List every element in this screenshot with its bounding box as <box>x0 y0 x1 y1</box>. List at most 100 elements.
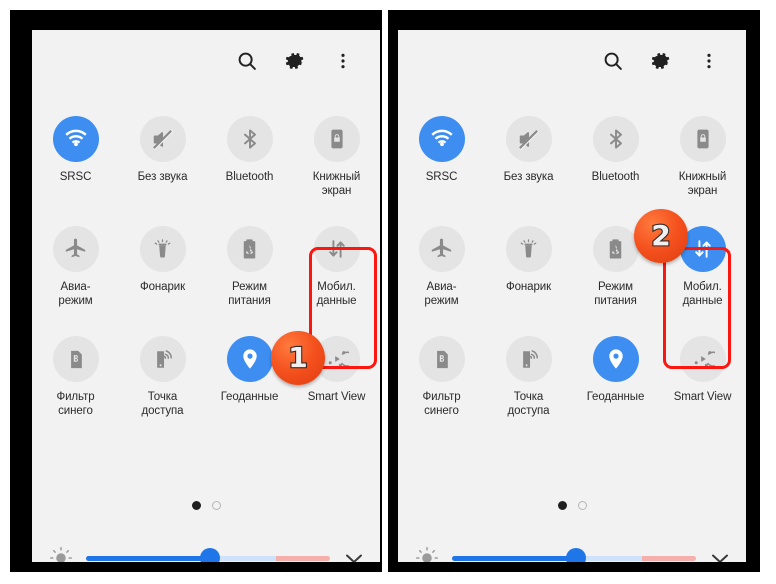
mobile-data-icon <box>313 226 360 272</box>
tile-label: Мобил. данные <box>682 281 723 307</box>
tile-label: Авиа- режим <box>424 281 459 307</box>
step-badge-1-number: 1 <box>287 341 309 374</box>
tile-power-saving[interactable]: Режим питания <box>206 218 293 310</box>
location-icon <box>592 336 639 382</box>
tile-label: Bluetooth <box>225 171 274 183</box>
tile-mobile-data[interactable]: Мобил. данные <box>293 218 380 310</box>
tile-bluetooth[interactable]: Bluetooth <box>572 108 659 200</box>
phone-frame-after: SRSC Без звука Bluetooth Книжный экран Авиа-… <box>388 10 760 572</box>
mute-icon <box>139 116 186 162</box>
tile-label: Фонарик <box>505 281 552 293</box>
tile-label: Без звука <box>503 171 554 183</box>
tile-grid-before: SRSC Без звука Bluetooth Книжный экран Авиа-… <box>32 108 380 420</box>
bluetooth-icon <box>226 116 273 162</box>
smart-view-icon <box>679 336 726 382</box>
rotation-lock-icon <box>679 116 726 162</box>
page-dot-1[interactable] <box>191 501 201 510</box>
tile-airplane[interactable]: Авиа- режим <box>398 218 485 310</box>
overflow-menu-icon[interactable] <box>696 48 722 74</box>
page-dot-2[interactable] <box>211 501 221 510</box>
slider-warm-segment <box>642 555 696 561</box>
brightness-slider[interactable] <box>452 548 696 562</box>
blue-filter-icon <box>52 336 99 382</box>
airplane-icon <box>52 226 99 272</box>
mute-icon <box>505 116 552 162</box>
tile-label: Фонарик <box>139 281 186 293</box>
wifi-icon <box>52 116 99 162</box>
tile-label: Геоданные <box>220 391 279 403</box>
chevron-down-icon[interactable] <box>708 546 732 562</box>
tile-label: Книжный экран <box>312 171 361 197</box>
quick-settings-toolbar-after <box>398 30 746 92</box>
brightness-icon <box>414 545 440 562</box>
tile-label: Геоданные <box>586 391 645 403</box>
tile-location[interactable]: Геоданные <box>572 328 659 420</box>
step-badge-2: 2 <box>634 209 688 263</box>
tile-blue-filter[interactable]: Фильтр синего <box>32 328 119 420</box>
tile-hotspot[interactable]: Точка доступа <box>485 328 572 420</box>
tile-label: Точка доступа <box>507 391 550 417</box>
tile-airplane[interactable]: Авиа- режим <box>32 218 119 310</box>
search-icon[interactable] <box>234 48 260 74</box>
flashlight-icon <box>505 226 552 272</box>
gear-icon[interactable] <box>648 48 674 74</box>
tile-blue-filter[interactable]: Фильтр синего <box>398 328 485 420</box>
search-icon[interactable] <box>600 48 626 74</box>
page-indicator-after <box>398 501 746 510</box>
quick-settings-toolbar-before <box>32 30 380 92</box>
tile-smart-view[interactable]: Smart View <box>659 328 746 420</box>
tile-label: Мобил. данные <box>316 281 357 307</box>
overflow-menu-icon[interactable] <box>330 48 356 74</box>
slider-knob[interactable] <box>200 548 221 562</box>
location-icon <box>226 336 273 382</box>
tile-mute[interactable]: Без звука <box>485 108 572 200</box>
tile-label: Режим питания <box>228 281 271 307</box>
airplane-icon <box>418 226 465 272</box>
tile-label: Smart View <box>673 391 732 403</box>
slider-fill <box>452 555 577 561</box>
tile-label: Режим питания <box>594 281 637 307</box>
tile-label: Bluetooth <box>591 171 640 183</box>
tile-label: SRSC <box>59 171 92 183</box>
tile-label: Книжный экран <box>678 171 727 197</box>
slider-warm-segment <box>276 555 330 561</box>
tile-label: Фильтр синего <box>422 391 461 417</box>
tile-label: Без звука <box>137 171 188 183</box>
page-indicator-before <box>32 501 380 510</box>
page-dot-1[interactable] <box>557 501 567 510</box>
wifi-icon <box>418 116 465 162</box>
comparison-screenshot: SRSC Без звука Bluetooth Книжный экран Авиа-… <box>0 0 776 584</box>
step-badge-1: 1 <box>271 331 325 385</box>
tile-flashlight[interactable]: Фонарик <box>485 218 572 310</box>
tile-label: SRSC <box>425 171 458 183</box>
power-saving-icon <box>592 226 639 272</box>
phone-frame-before: SRSC Без звука Bluetooth Книжный экран Авиа-… <box>10 10 382 572</box>
rotation-lock-icon <box>313 116 360 162</box>
slider-fill <box>86 555 211 561</box>
tile-hotspot[interactable]: Точка доступа <box>119 328 206 420</box>
tile-label: Smart View <box>307 391 366 403</box>
step-badge-2-number: 2 <box>650 219 672 252</box>
tile-wifi[interactable]: SRSC <box>398 108 485 200</box>
tile-rotation-lock[interactable]: Книжный экран <box>293 108 380 200</box>
page-dot-2[interactable] <box>577 501 587 510</box>
tile-flashlight[interactable]: Фонарик <box>119 218 206 310</box>
chevron-down-icon[interactable] <box>342 546 366 562</box>
quick-settings-panel-before: SRSC Без звука Bluetooth Книжный экран Авиа-… <box>32 30 380 562</box>
tile-label: Авиа- режим <box>58 281 93 307</box>
tile-rotation-lock[interactable]: Книжный экран <box>659 108 746 200</box>
tile-label: Точка доступа <box>141 391 184 417</box>
slider-knob[interactable] <box>566 548 587 562</box>
power-saving-icon <box>226 226 273 272</box>
brightness-row-before <box>32 538 380 562</box>
tile-mute[interactable]: Без звука <box>119 108 206 200</box>
blue-filter-icon <box>418 336 465 382</box>
hotspot-icon <box>139 336 186 382</box>
tile-grid-after: SRSC Без звука Bluetooth Книжный экран Авиа-… <box>398 108 746 420</box>
quick-settings-panel-after: SRSC Без звука Bluetooth Книжный экран Авиа-… <box>398 30 746 562</box>
tile-wifi[interactable]: SRSC <box>32 108 119 200</box>
brightness-slider[interactable] <box>86 548 330 562</box>
tile-bluetooth[interactable]: Bluetooth <box>206 108 293 200</box>
brightness-icon <box>48 545 74 562</box>
gear-icon[interactable] <box>282 48 308 74</box>
